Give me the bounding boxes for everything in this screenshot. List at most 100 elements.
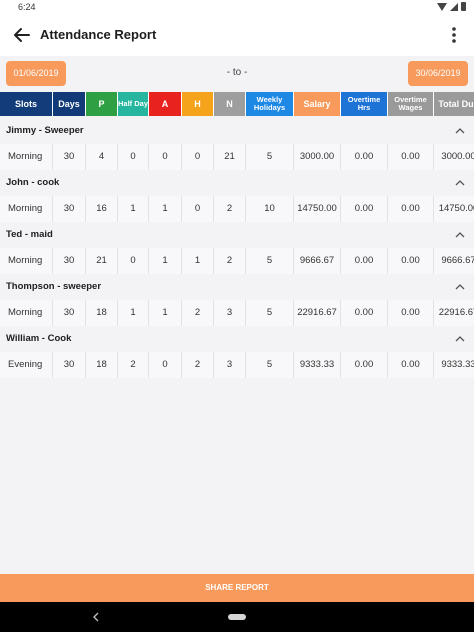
employee-header[interactable]: Jimmy - Sweeper <box>0 118 474 144</box>
cell-slots: Morning <box>0 196 53 222</box>
chevron-up-icon[interactable] <box>454 177 466 189</box>
cell-na: 21 <box>214 144 246 170</box>
to-date-button[interactable]: 30/06/2019 <box>408 61 468 86</box>
cell-holiday: 2 <box>182 300 214 326</box>
employee-group: Thompson - sweeper Morning 30 18 1 1 2 3 5 22916.… <box>0 274 474 326</box>
employee-group: Jimmy - Sweeper Morning 30 4 0 0 0 21 5 3000.00 0.… <box>0 118 474 170</box>
employee-header[interactable]: William - Cook <box>0 326 474 352</box>
employee-name: Jimmy - Sweeper <box>6 125 84 136</box>
employee-group: Ted - maid Morning 30 21 0 1 1 2 5 9666.67 0.00 0.0… <box>0 222 474 274</box>
cell-days: 30 <box>53 300 86 326</box>
table-row[interactable]: Morning 30 21 0 1 1 2 5 9666.67 0.00 0.00 9666.67 <box>0 248 474 274</box>
cell-salary: 9333.33 <box>294 352 341 378</box>
share-report-button[interactable]: SHARE REPORT <box>0 574 474 602</box>
employee-name: John - cook <box>6 177 60 188</box>
cell-half-day: 0 <box>118 144 149 170</box>
cell-total-due: 14750.00 <box>434 196 474 222</box>
header-days: Days <box>53 92 86 116</box>
cell-overtime-wages: 0.00 <box>388 196 434 222</box>
wifi-icon <box>437 2 447 11</box>
cell-weekly-holidays: 5 <box>246 300 294 326</box>
cell-salary: 22916.67 <box>294 300 341 326</box>
cell-weekly-holidays: 5 <box>246 352 294 378</box>
employee-header[interactable]: John - cook <box>0 170 474 196</box>
cell-na: 3 <box>214 300 246 326</box>
cell-weekly-holidays: 10 <box>246 196 294 222</box>
cell-weekly-holidays: 5 <box>246 144 294 170</box>
back-arrow-icon[interactable] <box>10 23 34 47</box>
cell-half-day: 1 <box>118 300 149 326</box>
chevron-up-icon[interactable] <box>454 229 466 241</box>
employee-name: William - Cook <box>6 333 72 344</box>
cell-slots: Morning <box>0 300 53 326</box>
cell-holiday: 0 <box>182 196 214 222</box>
cell-present: 16 <box>86 196 118 222</box>
cell-total-due: 22916.67 <box>434 300 474 326</box>
page-title: Attendance Report <box>40 27 157 42</box>
cell-overtime-hrs: 0.00 <box>341 352 388 378</box>
cell-slots: Morning <box>0 248 53 274</box>
header-na: N <box>214 92 246 116</box>
cell-salary: 14750.00 <box>294 196 341 222</box>
cell-days: 30 <box>53 352 86 378</box>
cell-overtime-wages: 0.00 <box>388 300 434 326</box>
cell-days: 30 <box>53 144 86 170</box>
cell-na: 2 <box>214 248 246 274</box>
chevron-up-icon[interactable] <box>454 281 466 293</box>
employee-header[interactable]: Thompson - sweeper <box>0 274 474 300</box>
table-row[interactable]: Morning 30 4 0 0 0 21 5 3000.00 0.00 0.00 3000.00 <box>0 144 474 170</box>
header-holiday: H <box>182 92 214 116</box>
system-nav-bar <box>0 602 474 632</box>
cell-na: 3 <box>214 352 246 378</box>
header-salary: Salary <box>294 92 341 116</box>
cell-present: 4 <box>86 144 118 170</box>
cell-present: 21 <box>86 248 118 274</box>
battery-icon <box>461 2 466 11</box>
cell-present: 18 <box>86 300 118 326</box>
date-range-row: 01/06/2019 - to - 30/06/2019 <box>0 56 474 92</box>
cell-present: 18 <box>86 352 118 378</box>
cell-overtime-hrs: 0.00 <box>341 248 388 274</box>
cell-overtime-wages: 0.00 <box>388 352 434 378</box>
header-present: P <box>86 92 118 116</box>
cell-absent: 0 <box>149 352 182 378</box>
status-bar: 6:24 <box>0 0 474 14</box>
cell-overtime-wages: 0.00 <box>388 248 434 274</box>
cell-half-day: 1 <box>118 196 149 222</box>
signal-icon <box>450 2 458 11</box>
cell-slots: Evening <box>0 352 53 378</box>
nav-back-icon[interactable] <box>91 612 101 622</box>
header-overtime-hrs: Overtime Hrs <box>341 92 388 116</box>
cell-overtime-hrs: 0.00 <box>341 144 388 170</box>
chevron-up-icon[interactable] <box>454 125 466 137</box>
cell-overtime-wages: 0.00 <box>388 144 434 170</box>
table-header: Slots Days P Half Day A H N Weekly Holidays Sala… <box>0 92 474 116</box>
employee-group: John - cook Morning 30 16 1 1 0 2 10 14750.00 0.00… <box>0 170 474 222</box>
table-row[interactable]: Evening 30 18 2 0 2 3 5 9333.33 0.00 0.00 9333.33 <box>0 352 474 378</box>
employee-group: William - Cook Evening 30 18 2 0 2 3 5 9333.33 0.0… <box>0 326 474 378</box>
employee-name: Ted - maid <box>6 229 53 240</box>
status-time: 6:24 <box>18 2 36 12</box>
cell-days: 30 <box>53 248 86 274</box>
cell-salary: 3000.00 <box>294 144 341 170</box>
cell-holiday: 1 <box>182 248 214 274</box>
more-options-icon[interactable] <box>442 23 466 47</box>
header-slots: Slots <box>0 92 53 116</box>
table-row[interactable]: Morning30181123522916.670.000.0022916.67 <box>0 300 474 326</box>
cell-salary: 9666.67 <box>294 248 341 274</box>
cell-overtime-hrs: 0.00 <box>341 300 388 326</box>
header-absent: A <box>149 92 182 116</box>
table-row[interactable]: Morning 30 16 1 1 0 2 10 14750.00 0.00 0.00 14750.0… <box>0 196 474 222</box>
nav-home-icon[interactable] <box>228 614 246 620</box>
cell-total-due: 3000.00 <box>434 144 474 170</box>
cell-days: 30 <box>53 196 86 222</box>
cell-holiday: 0 <box>182 144 214 170</box>
header-overtime-wages: Overtime Wages <box>388 92 434 116</box>
cell-absent: 0 <box>149 144 182 170</box>
chevron-up-icon[interactable] <box>454 333 466 345</box>
cell-absent: 1 <box>149 300 182 326</box>
employee-header[interactable]: Ted - maid <box>0 222 474 248</box>
cell-absent: 1 <box>149 248 182 274</box>
cell-overtime-hrs: 0.00 <box>341 196 388 222</box>
header-total-due: Total Due <box>434 92 474 116</box>
